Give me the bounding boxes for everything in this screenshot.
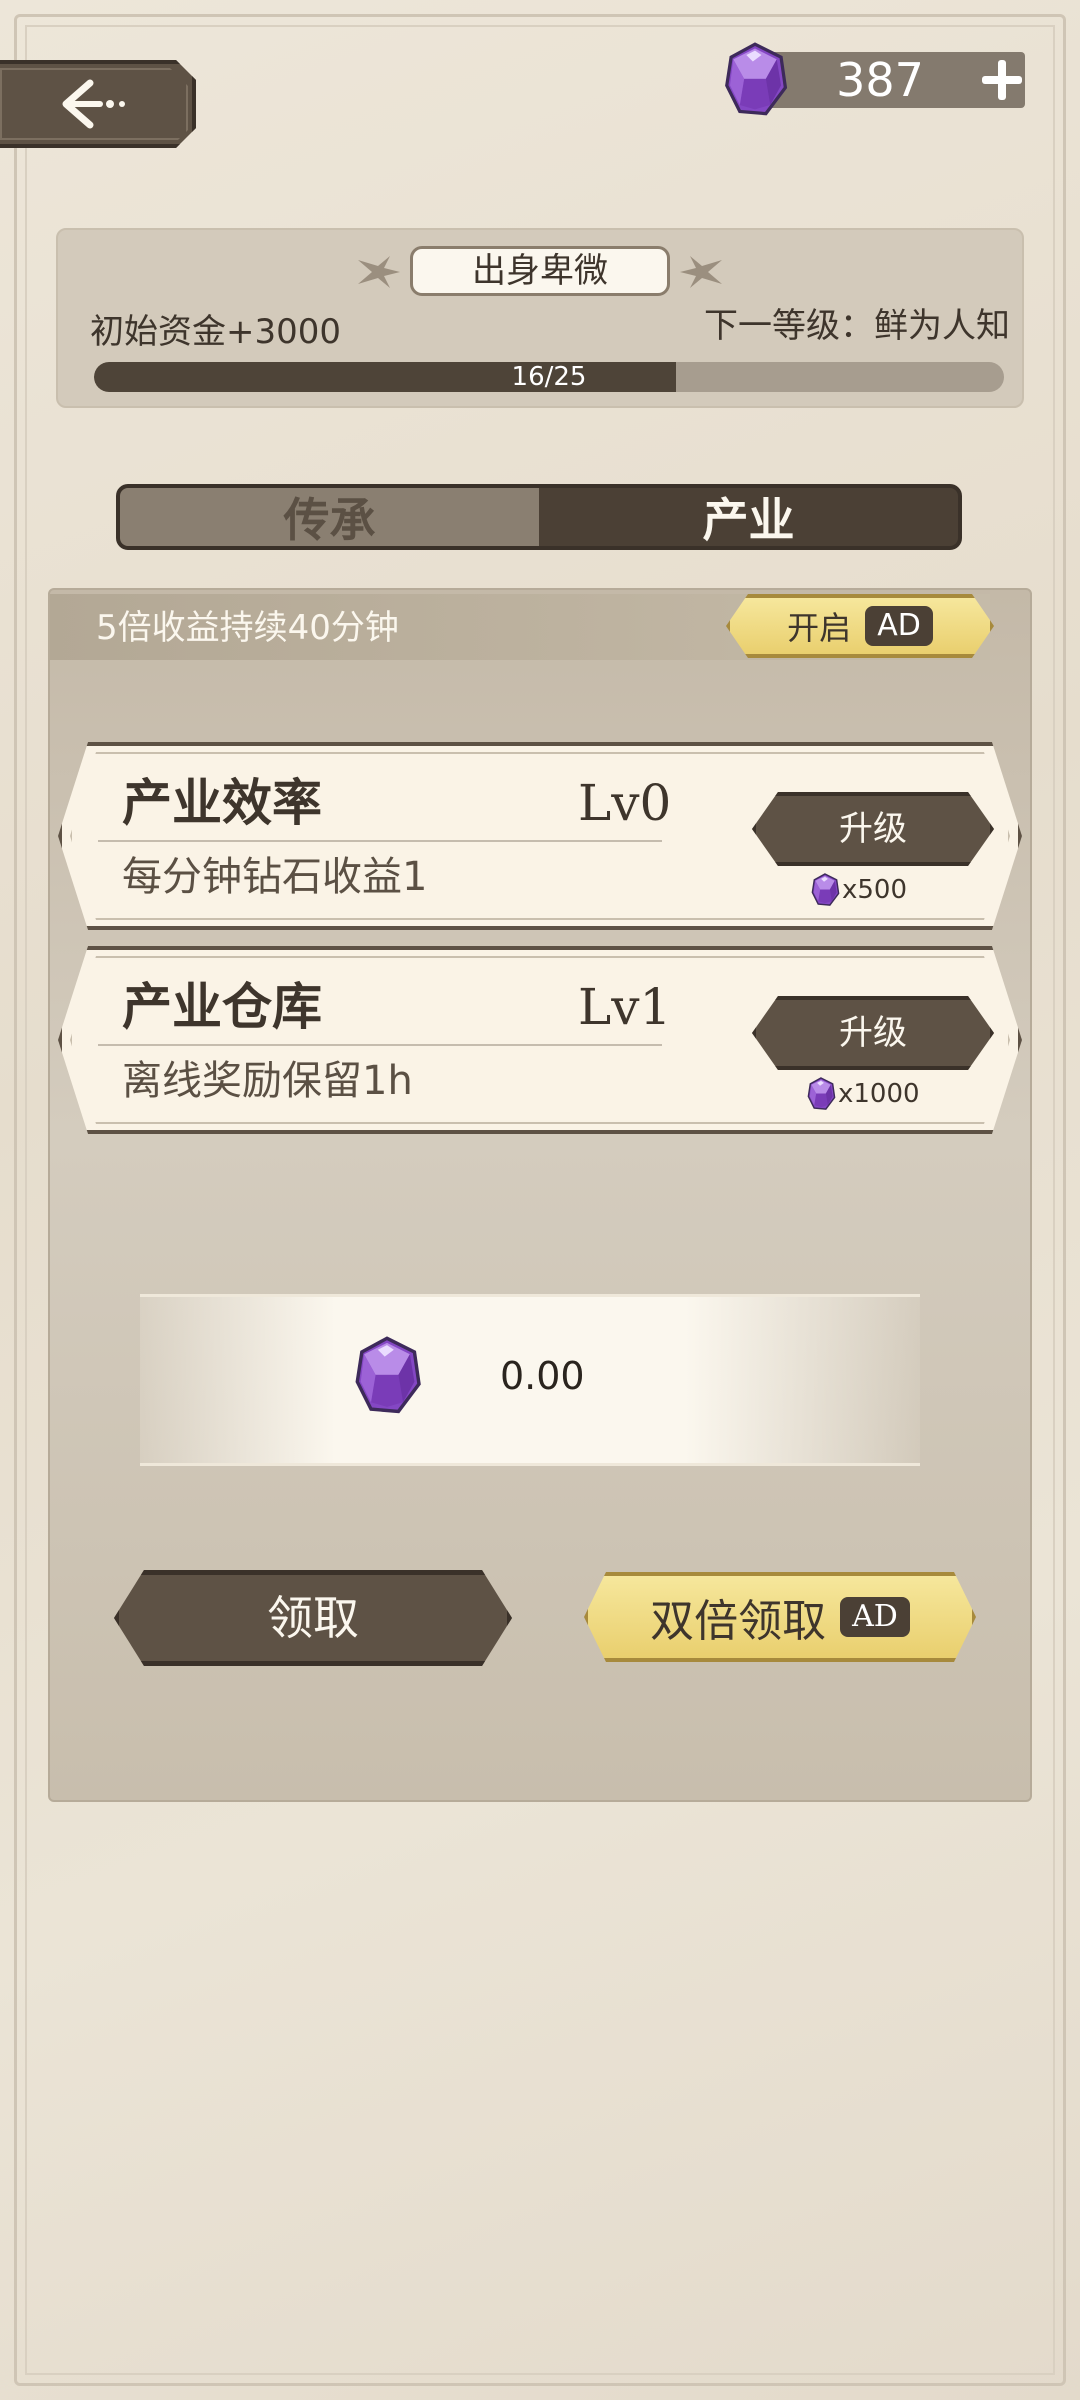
reward-amount: 0.00 (500, 1354, 585, 1398)
card-level: Lv0 (578, 774, 672, 832)
rank-bonus: 初始资金+3000 (90, 312, 342, 352)
rank-progress-bar: 16/25 (94, 362, 1004, 392)
claim-button[interactable]: 领取 (114, 1570, 512, 1666)
next-rank-label: 下一等级：鲜为人知 (704, 306, 1010, 346)
card-level: Lv1 (578, 978, 672, 1036)
card-divider (98, 840, 662, 842)
back-arrow-icon (62, 79, 125, 129)
card-divider (98, 1044, 662, 1046)
card-title: 产业效率 (122, 773, 322, 832)
tab-industry[interactable]: 产业 (539, 488, 958, 546)
wing-right-icon (678, 252, 726, 292)
card-description: 每分钟钻石收益1 (122, 854, 428, 900)
gem-icon (722, 42, 788, 118)
cost-value: x500 (842, 875, 908, 905)
tab-bar: 传承 产业 (116, 484, 962, 550)
card-title: 产业仓库 (122, 977, 322, 1036)
rank-progress-text: 16/25 (511, 362, 587, 392)
boost-description: 5倍收益持续40分钟 (96, 608, 399, 648)
upgrade-cost: x1000 (806, 1076, 920, 1112)
boost-open-label: 开启 (787, 609, 852, 647)
upgrade-button[interactable]: 升级 (752, 996, 994, 1070)
upgrade-card-efficiency: 产业效率 Lv0 每分钟钻石收益1 升级 x500 (58, 742, 1022, 930)
gem-icon (810, 873, 840, 907)
double-claim-label: 双倍领取 (650, 1596, 827, 1647)
add-currency-button[interactable] (976, 54, 1026, 104)
upgrade-button[interactable]: 升级 (752, 792, 994, 866)
upgrade-cost: x500 (810, 872, 907, 908)
back-button[interactable] (0, 60, 196, 148)
gem-icon (806, 1077, 836, 1111)
gem-icon (352, 1336, 422, 1416)
rank-title: 出身卑微 (410, 246, 670, 296)
double-claim-button[interactable]: 双倍领取 AD (584, 1572, 976, 1662)
upgrade-card-warehouse: 产业仓库 Lv1 离线奖励保留1h 升级 x1000 (58, 946, 1022, 1134)
card-description: 离线奖励保留1h (122, 1058, 413, 1104)
cost-value: x1000 (838, 1079, 920, 1109)
tab-inheritance[interactable]: 传承 (120, 488, 539, 546)
currency-value: 387 (836, 53, 924, 107)
ad-badge: AD (865, 606, 933, 646)
boost-open-button[interactable]: 开启 AD (726, 594, 994, 658)
ad-badge: AD (840, 1597, 910, 1637)
wing-left-icon (354, 252, 402, 292)
